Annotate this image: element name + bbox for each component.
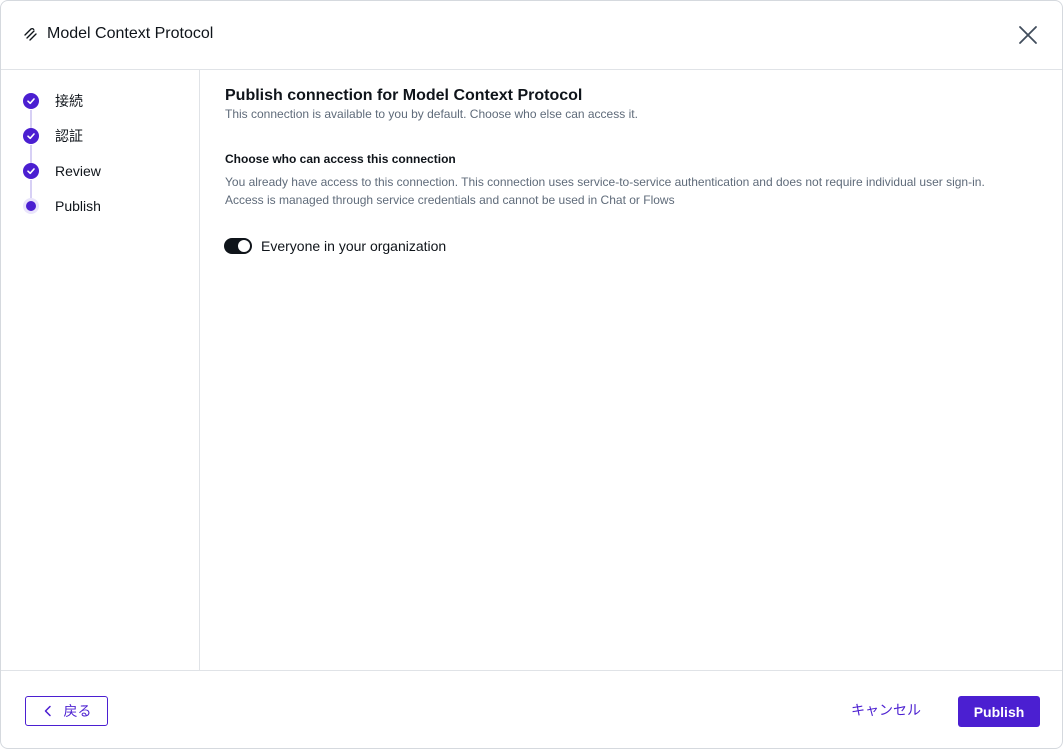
main-content: Publish connection for Model Context Pro… [201, 70, 1062, 670]
modal-title: Model Context Protocol [47, 25, 214, 42]
section-description: You already have access to this connecti… [225, 173, 1035, 209]
step-auth[interactable]: 認証 [23, 126, 83, 146]
mcp-logo-icon [24, 28, 37, 41]
step-label: Publish [55, 198, 101, 214]
back-button[interactable]: 戻る [25, 696, 108, 726]
step-review[interactable]: Review [23, 161, 101, 181]
page-subtitle: This connection is available to you by d… [225, 107, 638, 121]
step-label: Review [55, 163, 101, 179]
check-circle-icon [23, 163, 39, 179]
wizard-steps: 接続 認証 Review Publish [1, 70, 200, 670]
check-circle-icon [23, 128, 39, 144]
current-step-icon [23, 198, 39, 214]
step-label: 認証 [55, 128, 83, 144]
modal-footer: 戻る キャンセル Publish [1, 670, 1062, 748]
step-label: 接続 [55, 93, 83, 109]
step-connect[interactable]: 接続 [23, 91, 83, 111]
section-description-line: You already have access to this connecti… [225, 175, 985, 189]
toggle-label: Everyone in your organization [261, 238, 447, 254]
cancel-button[interactable]: キャンセル [851, 700, 921, 720]
back-button-label: 戻る [63, 703, 92, 719]
modal-header: Model Context Protocol [1, 1, 1062, 70]
close-icon[interactable] [1016, 23, 1040, 47]
org-access-toggle-row: Everyone in your organization [224, 237, 446, 255]
toggle-knob [238, 240, 250, 252]
publish-button[interactable]: Publish [958, 696, 1040, 727]
section-description-line: Access is managed through service creden… [225, 193, 675, 207]
page-title: Publish connection for Model Context Pro… [225, 87, 583, 104]
check-circle-icon [23, 93, 39, 109]
step-publish[interactable]: Publish [23, 196, 101, 216]
publish-connection-modal: Model Context Protocol 接続 認証 Review Publ… [0, 0, 1063, 749]
org-access-toggle[interactable] [224, 238, 252, 254]
chevron-left-icon [44, 705, 51, 717]
section-title: Choose who can access this connection [225, 152, 456, 166]
